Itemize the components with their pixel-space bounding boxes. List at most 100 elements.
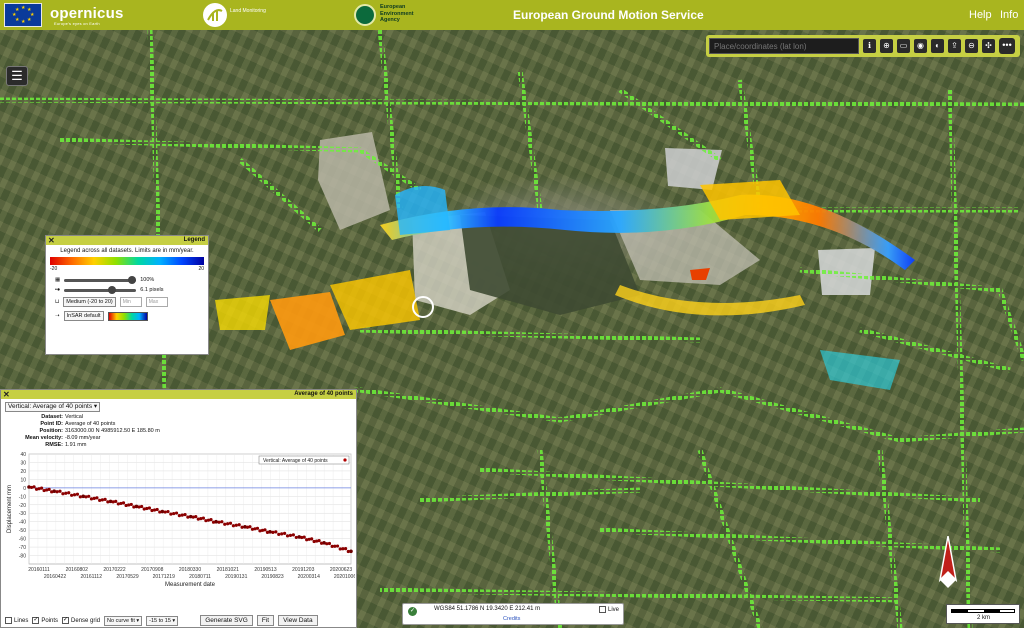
data-point	[55, 490, 59, 494]
data-point	[285, 534, 290, 538]
y-tick-label: -30	[19, 511, 26, 517]
copernicus-logo[interactable]: opernicus Europe's eyes on Earth	[50, 5, 123, 26]
data-point	[163, 510, 167, 514]
download-icon[interactable]: ⊖	[965, 39, 978, 53]
legend-max-label: 20	[198, 266, 204, 272]
dense-grid-checkbox[interactable]: ✓ Dense grid	[62, 616, 100, 624]
y-tick-label: -20	[19, 503, 26, 509]
data-point	[100, 498, 104, 502]
y-tick-label: -50	[19, 528, 26, 534]
x-axis-label: Measurement date	[165, 582, 216, 588]
data-point	[98, 498, 102, 502]
menu-button[interactable]: ☰	[6, 66, 28, 86]
timeseries-controls: Lines ✓ Points ✓ Dense grid No curve fit ▾…	[5, 615, 318, 626]
point-size-icon: •●	[55, 287, 61, 293]
help-link[interactable]: Help	[969, 9, 992, 21]
live-checkbox[interactable]: Live	[599, 606, 619, 613]
chart-legend-label: Vertical: Average of 40 points	[263, 458, 328, 464]
y-tick-label: 10	[20, 477, 26, 483]
data-point	[50, 490, 54, 494]
data-point	[310, 537, 314, 541]
rmse-value: 1.91 mm	[65, 442, 87, 448]
data-point	[47, 487, 51, 491]
x-tick-label: 20160111	[28, 567, 50, 573]
data-point	[265, 530, 270, 534]
eea-logo-icon[interactable]	[354, 4, 376, 26]
credits-link[interactable]: Credits	[503, 616, 520, 622]
generate-svg-button[interactable]: Generate SVG	[200, 615, 253, 626]
y-tick-label: 20	[20, 469, 26, 475]
range-icon: ⊔	[55, 299, 60, 305]
lines-checkbox[interactable]: Lines	[5, 616, 28, 624]
yrange-select[interactable]: -15 to 15 ▾	[146, 615, 179, 626]
palette-preview	[107, 311, 148, 321]
data-point	[39, 486, 44, 490]
data-point	[302, 535, 306, 539]
x-tick-label: 20170908	[141, 567, 163, 573]
network-icon[interactable]: ✣	[982, 39, 995, 53]
data-point	[132, 505, 136, 509]
data-point	[114, 499, 118, 503]
place-search-input[interactable]	[709, 38, 859, 54]
data-point	[186, 515, 190, 519]
opacity-value: 100%	[140, 277, 155, 283]
fit-button[interactable]: Fit	[256, 615, 275, 626]
point-size-value: 6.1 pixels	[140, 287, 164, 293]
data-point	[174, 511, 179, 515]
point-size-slider[interactable]	[64, 285, 137, 294]
data-point	[169, 512, 173, 516]
range-select[interactable]: Medium (-20 to 20)	[63, 297, 116, 307]
gps-check-icon[interactable]: ✓	[408, 607, 417, 616]
compass-icon[interactable]: ◐	[931, 39, 944, 53]
info-link[interactable]: Info	[1000, 9, 1018, 21]
points-checkbox[interactable]: ✓ Points	[32, 616, 58, 624]
data-point	[263, 528, 267, 532]
basemap-icon[interactable]: ◉	[914, 39, 927, 53]
data-point	[32, 485, 36, 489]
data-point	[211, 520, 216, 524]
header-bar: ★ ★ ★ ★ ★ ★ ★ ★ opernicus Europe's eyes on Earth…	[0, 0, 1024, 30]
timeseries-dropdown[interactable]: Vertical: Average of 40 points ▾	[5, 402, 101, 412]
data-point	[291, 533, 295, 537]
y-tick-label: 0	[23, 486, 26, 492]
curve-fit-select[interactable]: No curve fit ▾	[104, 615, 143, 626]
data-point	[346, 549, 350, 554]
globe-icon[interactable]: ⊕	[880, 39, 893, 53]
data-point	[271, 530, 275, 534]
data-point	[282, 531, 287, 535]
land-monitoring-label: Land Monitoring	[230, 8, 266, 14]
chart-legend-marker	[343, 458, 347, 462]
x-tick-label: 20181021	[217, 567, 239, 573]
coordinate-text: WGS84 51.1786 N 19.3420 E 212.41 m	[434, 606, 541, 612]
data-point	[217, 520, 221, 524]
palette-select[interactable]: InSAR default	[63, 311, 104, 321]
more-icon[interactable]: •••	[999, 38, 1015, 54]
close-icon[interactable]: ✕	[48, 236, 55, 245]
displacement-chart: 40 30 20 10 0 -10 -20 -30 -40 -50 -60 -70 -80 2016011…	[7, 452, 355, 588]
data-point	[274, 530, 278, 534]
x-tick-label: 20190131	[225, 574, 247, 580]
data-point	[172, 511, 176, 516]
y-tick-label: 30	[20, 460, 26, 466]
north-arrow-icon	[938, 536, 958, 588]
position-value: 3163000.00 N 4985912.50 E 185.80 m	[65, 428, 160, 434]
y-tick-label: 40	[20, 452, 26, 458]
data-point	[223, 522, 227, 526]
max-input[interactable]: Max	[145, 297, 168, 307]
share-icon[interactable]: ⇪	[948, 39, 961, 53]
land-monitoring-logo-icon[interactable]	[203, 3, 227, 27]
data-point	[183, 512, 187, 517]
data-point	[234, 523, 238, 527]
layers-icon[interactable]: ▭	[897, 39, 910, 53]
info-icon[interactable]: ℹ	[863, 39, 876, 53]
data-point	[240, 525, 244, 529]
opacity-slider[interactable]	[64, 275, 137, 284]
x-tick-label: 20160422	[44, 574, 66, 580]
timeseries-panel: ✕ Average of 40 points Vertical: Average…	[0, 389, 357, 628]
view-data-button[interactable]: View Data	[278, 615, 318, 626]
opacity-icon: ▦	[55, 277, 61, 283]
close-icon[interactable]: ✕	[3, 390, 10, 399]
data-point	[194, 515, 198, 519]
map-toolbar: ℹ ⊕ ▭ ◉ ◐ ⇪ ⊖ ✣ •••	[706, 35, 1020, 57]
min-input[interactable]: Min	[119, 297, 142, 307]
